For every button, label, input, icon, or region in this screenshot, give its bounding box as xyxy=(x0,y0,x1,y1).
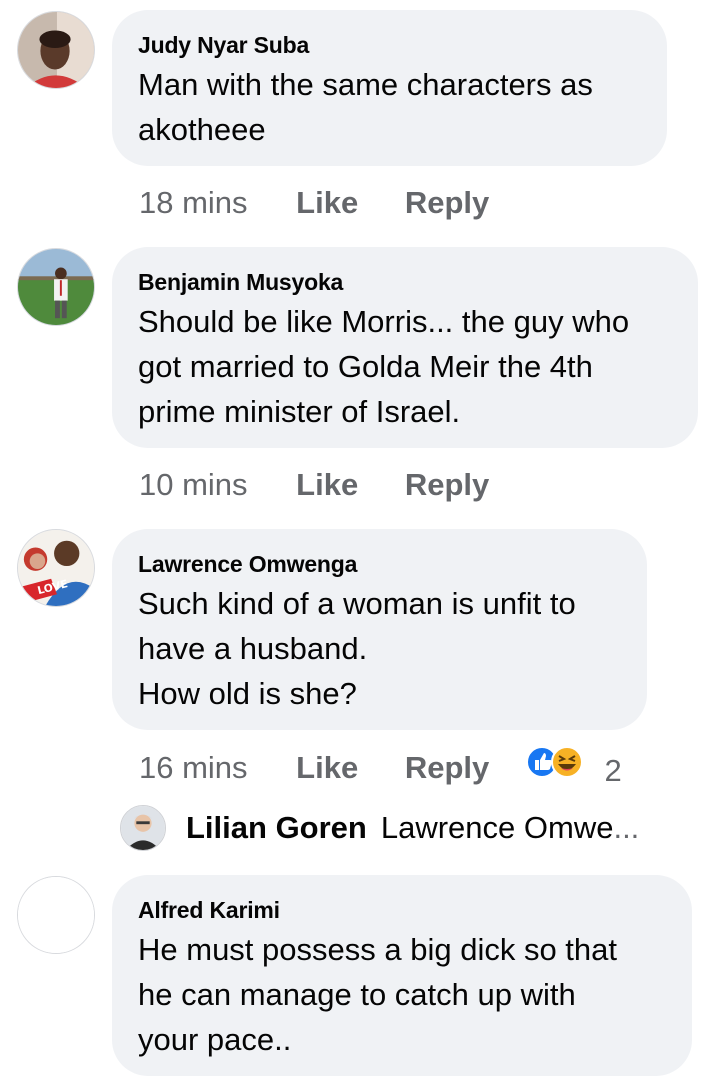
reaction-count[interactable]: 2 xyxy=(605,751,622,791)
reply-button[interactable]: Reply xyxy=(405,465,489,505)
comment-author[interactable]: Judy Nyar Suba xyxy=(138,32,641,58)
comment-text: Should be like Morris... the guy who got… xyxy=(138,304,630,429)
comment-actions: 10 mins Like Reply xyxy=(139,463,527,503)
reaction-summary[interactable]: 2 xyxy=(525,745,622,791)
comment-bubble: Lawrence Omwenga Such kind of a woman is… xyxy=(112,529,647,730)
avatar[interactable] xyxy=(120,805,166,851)
comment-time[interactable]: 16 mins xyxy=(139,748,248,788)
comment-time[interactable]: 10 mins xyxy=(139,465,248,505)
comment-author[interactable]: Alfred Karimi xyxy=(138,897,666,923)
reply-preview[interactable]: Lilian Goren Lawrence Omwe ... xyxy=(120,804,639,852)
avatar[interactable]: LOVE xyxy=(17,529,95,607)
avatar[interactable] xyxy=(17,11,95,89)
comment-text: Such kind of a woman is unfit to have a … xyxy=(138,586,576,711)
comment-bubble: Benjamin Musyoka Should be like Morris..… xyxy=(112,247,698,448)
reaction-icons xyxy=(525,746,583,778)
like-button[interactable]: Like xyxy=(296,748,358,788)
reply-button[interactable]: Reply xyxy=(405,748,489,788)
comment-bubble: Alfred Karimi He must possess a big dick… xyxy=(112,875,692,1076)
comment-author[interactable]: Lawrence Omwenga xyxy=(138,551,621,577)
like-button[interactable]: Like xyxy=(296,183,358,223)
like-button[interactable]: Like xyxy=(296,465,358,505)
comment-author[interactable]: Benjamin Musyoka xyxy=(138,269,672,295)
reply-author[interactable]: Lilian Goren xyxy=(186,810,367,846)
comment-actions: 16 mins Like Reply 2 xyxy=(139,745,622,788)
avatar[interactable] xyxy=(17,248,95,326)
comment-actions: 18 mins Like Reply xyxy=(139,181,527,221)
avatar[interactable] xyxy=(17,876,95,954)
reply-button[interactable]: Reply xyxy=(405,183,489,223)
comment-text: Man with the same characters as akotheee xyxy=(138,67,593,147)
comment-time[interactable]: 18 mins xyxy=(139,183,248,223)
haha-icon xyxy=(550,746,583,778)
comment-bubble: Judy Nyar Suba Man with the same charact… xyxy=(112,10,667,166)
comment-text: He must possess a big dick so that he ca… xyxy=(138,932,618,1057)
reply-text: Lawrence Omwe xyxy=(380,810,614,845)
reply-ellipsis: ... xyxy=(613,810,640,845)
